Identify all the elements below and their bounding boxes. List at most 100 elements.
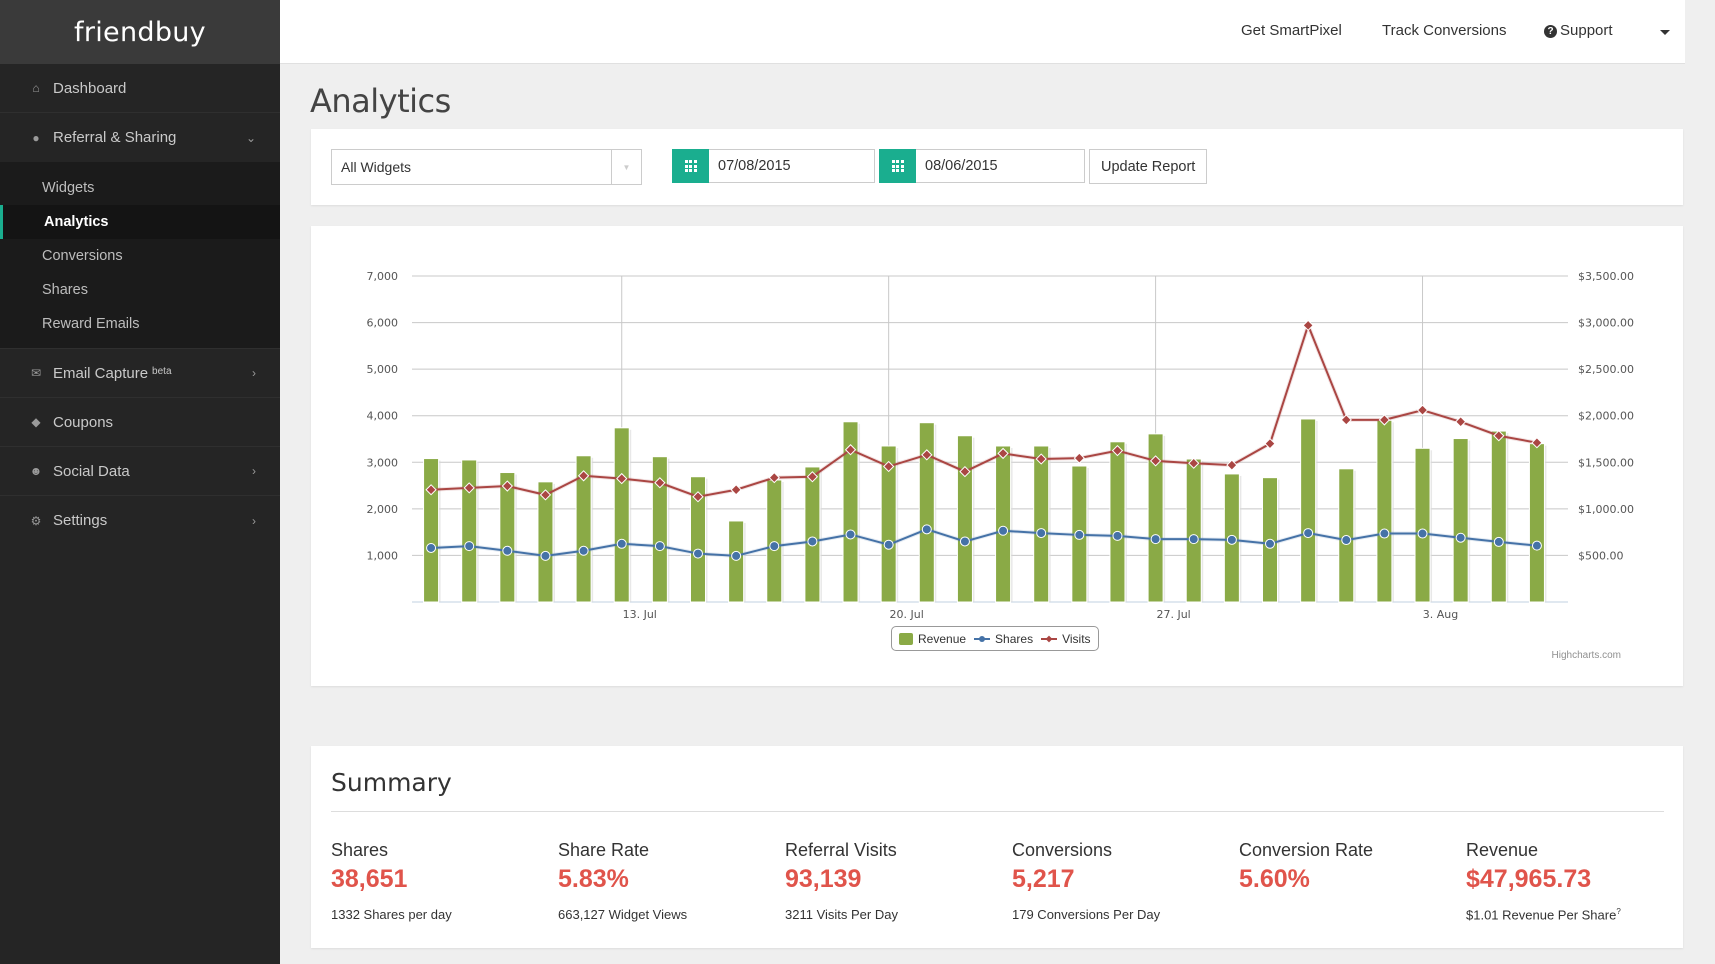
end-date-input[interactable] xyxy=(916,149,1085,183)
revenue-bar xyxy=(956,435,973,603)
x-tick-label: 13. Jul xyxy=(623,608,657,621)
shares-point xyxy=(464,541,475,552)
brand-logo[interactable]: friendbuy xyxy=(0,0,280,64)
ticket-icon: ◆ xyxy=(31,415,41,429)
stat-referral-visits: Referral Visits 93,139 3211 Visits Per D… xyxy=(785,840,1005,922)
sidebar-item-coupons[interactable]: ◆ Coupons xyxy=(0,398,280,447)
legend-item-shares[interactable]: Shares xyxy=(974,632,1033,646)
revenue-bar xyxy=(499,472,516,603)
sidebar-subitem-shares[interactable]: Shares xyxy=(0,273,280,307)
legend-item-revenue[interactable]: Revenue xyxy=(899,632,966,646)
highcharts-credit[interactable]: Highcharts.com xyxy=(1552,650,1621,661)
x-tick-label: 3. Aug xyxy=(1423,608,1458,621)
support-label: Support xyxy=(1560,22,1613,39)
dropdown-arrow-icon: ▼ xyxy=(611,150,641,184)
divider xyxy=(331,811,1664,812)
sidebar-subitem-widgets[interactable]: Widgets xyxy=(0,171,280,205)
start-date-input[interactable] xyxy=(709,149,875,183)
user-menu-caret-icon[interactable] xyxy=(1660,30,1670,35)
y-left-tick-label: 1,000 xyxy=(367,549,399,562)
shares-point xyxy=(1188,534,1199,545)
top-navbar: Get SmartPixel Track Conversions ? Suppor… xyxy=(280,0,1715,64)
stat-subtext: $1.01 Revenue Per Share? xyxy=(1466,907,1686,922)
get-smartpixel-link[interactable]: Get SmartPixel xyxy=(1241,22,1342,39)
y-left-tick-label: 6,000 xyxy=(367,317,399,330)
visits-line xyxy=(431,322,1538,498)
shares-point xyxy=(731,550,742,561)
y-right-tick-label: $2,500.00 xyxy=(1578,363,1634,376)
sidebar-item-label: Social Data xyxy=(53,462,130,480)
shares-point xyxy=(883,539,894,550)
analytics-chart: 1,000 $500.00 2,000 $1,000.00 3,000 $1,500.00… xyxy=(367,270,1634,621)
referral-subnav: Widgets Analytics Conversions Shares Rew… xyxy=(0,162,280,349)
stat-subtext: 3211 Visits Per Day xyxy=(785,907,898,922)
chart-legend: Revenue Shares Visits xyxy=(891,626,1099,651)
home-icon: ⌂ xyxy=(32,81,40,95)
sidebar-item-settings[interactable]: ⚙ Settings › xyxy=(0,496,280,545)
page-title: Analytics xyxy=(310,82,451,120)
update-report-button[interactable]: Update Report xyxy=(1089,149,1208,184)
chevron-down-icon: ⌄ xyxy=(245,130,256,145)
shares-point xyxy=(1265,538,1275,549)
visits-line-icon xyxy=(1041,634,1058,644)
widget-select[interactable]: All Widgets ▼ xyxy=(331,149,642,185)
end-date-group xyxy=(879,149,1085,183)
visits-point xyxy=(1073,452,1085,464)
stat-subtext: 663,127 Widget Views xyxy=(558,907,688,922)
y-right-tick-label: $3,000.00 xyxy=(1578,317,1634,330)
legend-item-visits[interactable]: Visits xyxy=(1041,632,1091,646)
stat-value: 93,139 xyxy=(785,865,862,893)
shares-point xyxy=(1150,534,1161,545)
envelope-icon: ✉ xyxy=(30,366,42,380)
sidebar-subitem-reward-emails[interactable]: Reward Emails xyxy=(0,307,280,341)
shares-point xyxy=(654,541,665,552)
shares-point xyxy=(1455,532,1466,543)
sidebar-item-social-data[interactable]: ☻ Social Data › xyxy=(0,447,280,496)
summary-card: Summary Shares 38,651 1332 Shares per da… xyxy=(311,746,1683,948)
calendar-icon[interactable] xyxy=(879,149,916,183)
shares-point xyxy=(1379,528,1390,539)
sidebar-item-email-capture[interactable]: ✉ Email Capture beta › xyxy=(0,349,280,398)
sidebar-item-dashboard[interactable]: ⌂ Dashboard xyxy=(0,64,280,113)
revenue-bar xyxy=(1185,458,1202,603)
sidebar-subitem-analytics[interactable]: Analytics xyxy=(0,205,280,239)
chevron-right-icon: › xyxy=(252,513,256,528)
stat-share-rate: Share Rate 5.83% 663,127 Widget Views xyxy=(558,840,778,922)
track-conversions-link[interactable]: Track Conversions xyxy=(1382,22,1506,39)
shares-line xyxy=(431,528,1538,557)
help-tooltip-icon[interactable]: ? xyxy=(1616,907,1620,916)
legend-label: Shares xyxy=(995,631,1034,646)
shares-point xyxy=(1226,534,1237,545)
stat-value: 5.83% xyxy=(558,865,629,893)
stat-subtext: 179 Conversions Per Day xyxy=(1012,907,1161,922)
filter-card: All Widgets ▼ Update Report xyxy=(311,129,1683,205)
y-left-tick-label: 5,000 xyxy=(367,363,399,376)
shares-point xyxy=(959,536,970,547)
beta-badge: beta xyxy=(152,365,172,377)
stat-label: Referral Visits xyxy=(785,840,897,860)
support-link[interactable]: ? Support xyxy=(1544,22,1613,39)
revenue-bar xyxy=(1490,430,1507,603)
shares-point xyxy=(1493,536,1504,547)
summary-title: Summary xyxy=(331,768,452,797)
stat-label: Conversion Rate xyxy=(1239,840,1374,860)
sidebar-item-label: Coupons xyxy=(53,413,114,431)
chevron-right-icon: › xyxy=(252,464,256,478)
revenue-bar xyxy=(995,445,1012,603)
shares-point xyxy=(998,525,1009,536)
sidebar-subitem-conversions[interactable]: Conversions xyxy=(0,239,280,273)
stat-label: Revenue xyxy=(1466,840,1539,860)
stat-shares: Shares 38,651 1332 Shares per day xyxy=(331,840,551,922)
page-scrollbar[interactable] xyxy=(1685,0,1715,964)
y-right-tick-label: $3,500.00 xyxy=(1578,270,1634,283)
revenue-bar xyxy=(728,520,745,603)
y-left-tick-label: 7,000 xyxy=(367,270,399,283)
question-circle-icon: ? xyxy=(1544,25,1557,38)
revenue-bar xyxy=(1452,438,1469,603)
shares-point xyxy=(426,542,437,553)
y-right-tick-label: $500.00 xyxy=(1578,549,1624,562)
stat-value: 5,217 xyxy=(1012,865,1075,893)
shares-line-shadow xyxy=(430,527,1538,558)
sidebar-item-referral-sharing[interactable]: ● Referral & Sharing ⌄ xyxy=(0,113,280,162)
calendar-icon[interactable] xyxy=(672,149,709,183)
